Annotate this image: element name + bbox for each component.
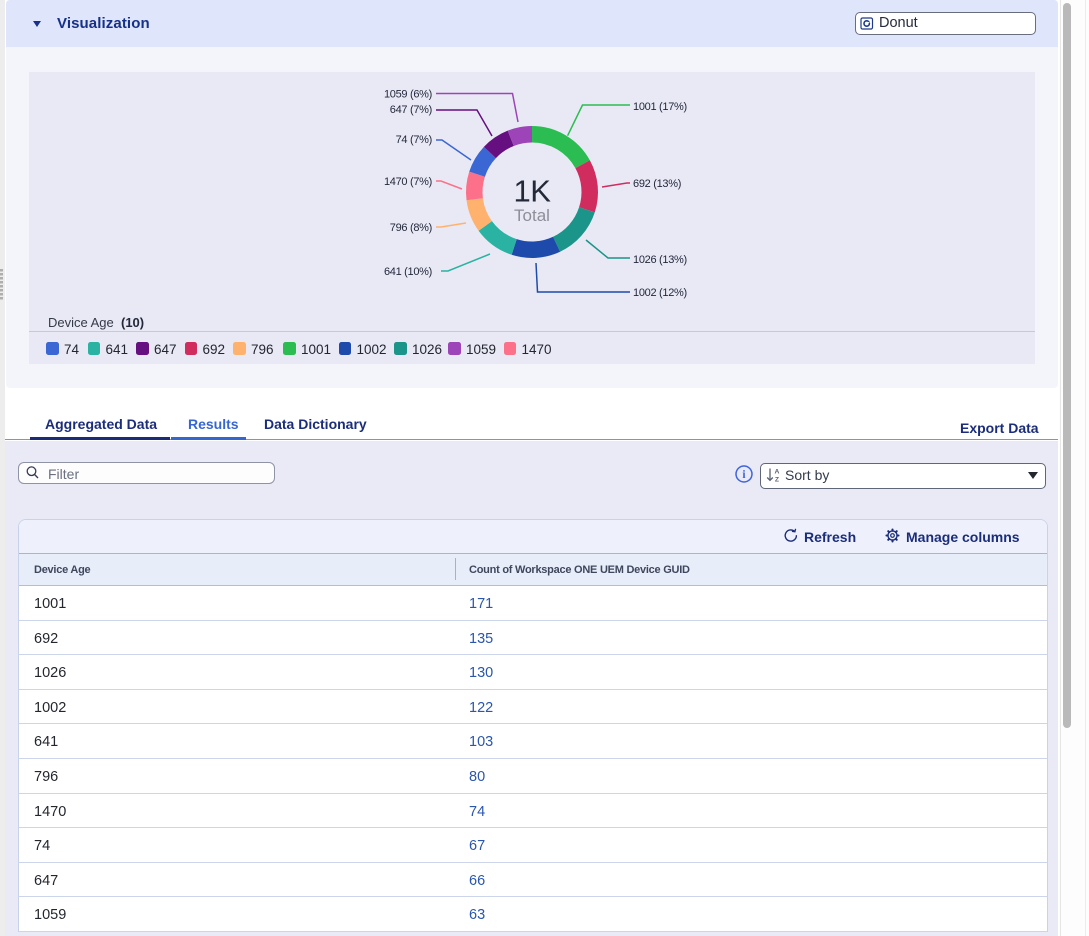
svg-text:1001 (17%): 1001 (17%) bbox=[633, 101, 687, 113]
svg-text:Total: Total bbox=[514, 206, 550, 225]
svg-text:1470 (7%): 1470 (7%) bbox=[384, 176, 432, 188]
svg-text:1K: 1K bbox=[514, 174, 552, 209]
svg-text:Z: Z bbox=[775, 477, 779, 484]
svg-text:692 (13%): 692 (13%) bbox=[633, 178, 681, 190]
svg-text:74 (7%): 74 (7%) bbox=[396, 134, 432, 146]
svg-text:796 (8%): 796 (8%) bbox=[390, 222, 432, 234]
svg-text:1026 (13%): 1026 (13%) bbox=[633, 254, 687, 266]
svg-text:i: i bbox=[742, 469, 746, 481]
svg-text:1059 (6%): 1059 (6%) bbox=[384, 89, 432, 101]
svg-text:1002 (12%): 1002 (12%) bbox=[633, 287, 687, 299]
svg-text:641 (10%): 641 (10%) bbox=[384, 266, 432, 278]
svg-text:A: A bbox=[775, 469, 780, 476]
svg-text:647 (7%): 647 (7%) bbox=[390, 104, 432, 116]
